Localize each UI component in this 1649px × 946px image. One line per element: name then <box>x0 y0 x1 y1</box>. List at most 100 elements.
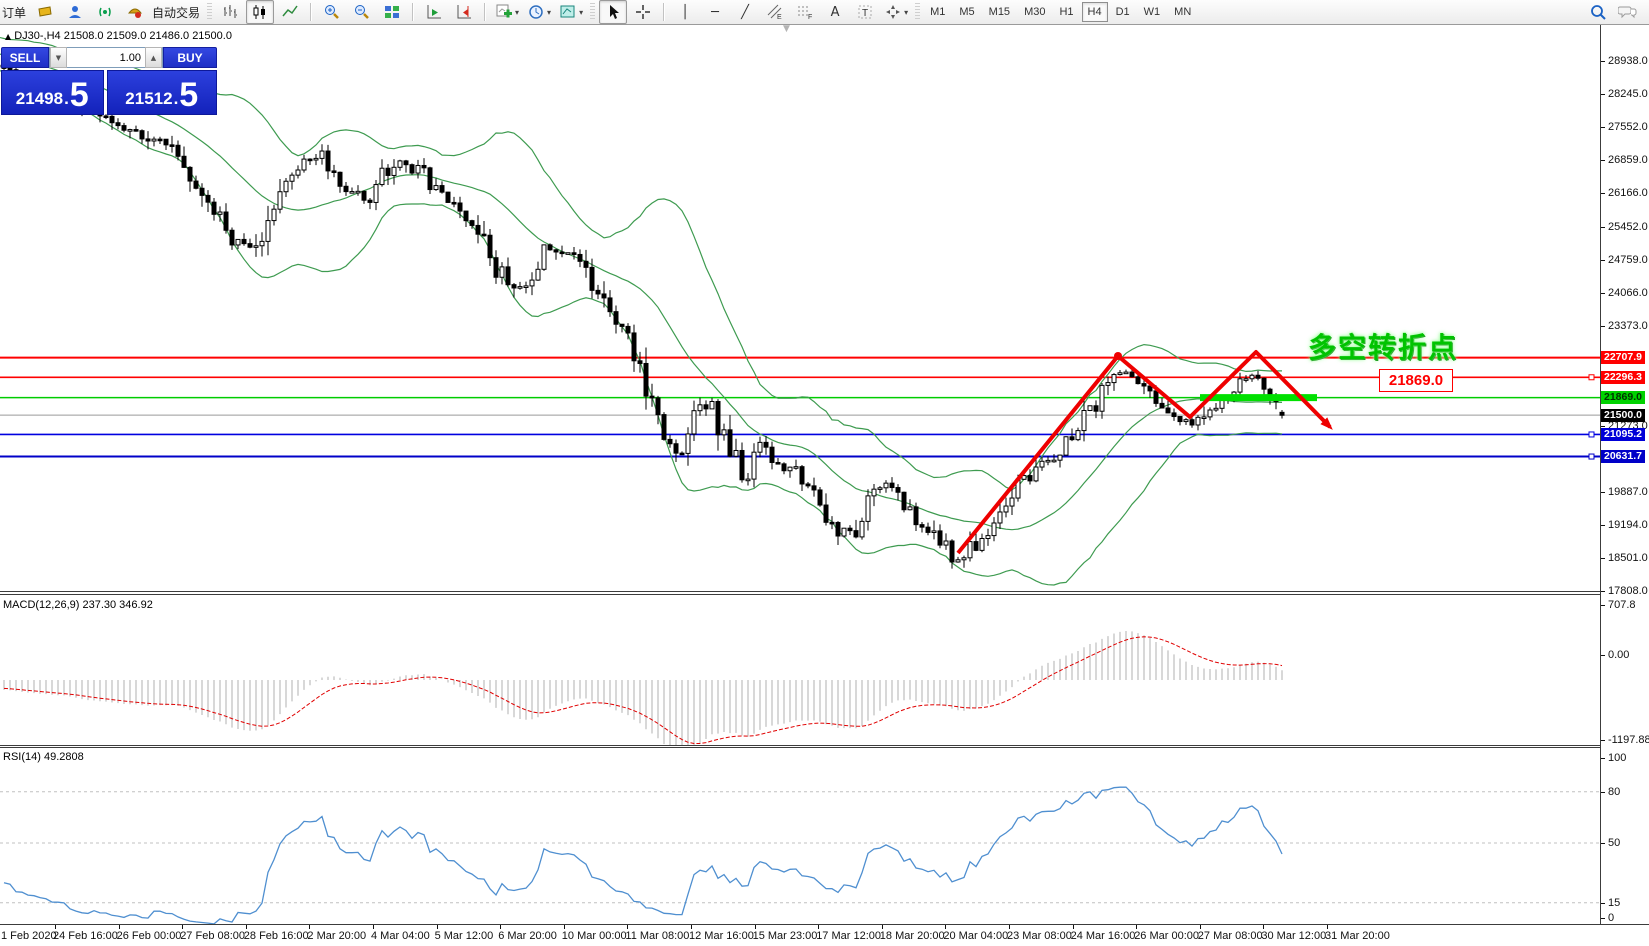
price-axis-label: 28245.0 <box>1608 88 1649 100</box>
timeframe-button-h1[interactable]: H1 <box>1053 2 1079 22</box>
time-axis-label: 31 Mar 20:00 <box>1325 930 1390 942</box>
candlestick-chart[interactable] <box>0 25 1600 591</box>
timeframe-button-w1[interactable]: W1 <box>1138 2 1167 22</box>
zoom-out-icon[interactable] <box>348 0 376 24</box>
price-axis-tick-mark <box>1601 61 1605 62</box>
cursor-icon[interactable] <box>599 0 627 24</box>
sell-price-dot: . <box>64 86 69 112</box>
crosshair-icon[interactable] <box>629 0 657 24</box>
community-icon[interactable] <box>61 0 89 24</box>
trendline-tool-icon[interactable]: ╱ <box>731 0 759 24</box>
buy-button[interactable]: BUY <box>163 47 217 68</box>
toolbar-grip[interactable] <box>590 3 595 21</box>
template-icon[interactable]: ▾ <box>556 0 586 24</box>
time-axis-tick-mark <box>182 925 183 929</box>
price-axis[interactable]: 28938.028245.027552.026859.026166.025452… <box>1601 25 1649 924</box>
symbol-search-icon[interactable] <box>1584 0 1612 24</box>
chevron-down-icon[interactable]: ▾ <box>547 8 551 17</box>
timeframe-button-m1[interactable]: M1 <box>924 2 951 22</box>
svg-text:T: T <box>862 8 868 19</box>
chat-icon[interactable] <box>1614 0 1642 24</box>
time-axis-tick-mark <box>627 925 628 929</box>
text-label-tool-icon[interactable]: T <box>851 0 879 24</box>
time-axis-tick-mark <box>1136 925 1137 929</box>
volume-decrease-button[interactable]: ▼ <box>50 47 67 68</box>
price-axis-label: 23373.0 <box>1608 320 1649 332</box>
toolbar-grip[interactable] <box>207 3 212 21</box>
timeframe-button-mn[interactable]: MN <box>1168 2 1197 22</box>
buy-price-button[interactable]: 21512 . 5 <box>107 70 217 115</box>
time-axis-tick-mark <box>691 925 692 929</box>
price-axis-tick-mark <box>1601 843 1605 844</box>
new-order-icon[interactable] <box>31 0 59 24</box>
time-axis-label: 28 Feb 16:00 <box>244 930 309 942</box>
line-chart-icon[interactable] <box>276 0 304 24</box>
time-axis-tick-mark <box>500 925 501 929</box>
price-axis-label: 25452.0 <box>1608 221 1649 233</box>
macd-pane[interactable]: MACD(12,26,9) 237.30 346.92 <box>0 595 1600 745</box>
timeframe-button-m30[interactable]: M30 <box>1018 2 1051 22</box>
main-chart-pane[interactable]: ▼ ▲ DJ30-,H4 21508.0 21509.0 21486.0 215… <box>0 25 1600 591</box>
timeframe-button-m5[interactable]: M5 <box>953 2 980 22</box>
time-axis-tick-mark <box>55 925 56 929</box>
time-axis-label: 26 Feb 00:00 <box>117 930 182 942</box>
volume-increase-button[interactable]: ▲ <box>145 47 162 68</box>
time-axis-label: 15 Mar 23:00 <box>753 930 818 942</box>
chevron-down-icon[interactable]: ▾ <box>515 8 519 17</box>
zoom-in-icon[interactable] <box>318 0 346 24</box>
fibonacci-tool-icon[interactable]: F <box>791 0 819 24</box>
macd-chart[interactable] <box>0 595 1600 745</box>
time-axis-label: 18 Mar 20:00 <box>880 930 945 942</box>
timeframe-button-d1[interactable]: D1 <box>1110 2 1136 22</box>
time-axis[interactable]: 1 Feb 202024 Feb 16:0026 Feb 00:0027 Feb… <box>0 924 1649 946</box>
price-axis-tick-mark <box>1601 160 1605 161</box>
horizontal-line-tool-icon[interactable]: ─ <box>701 0 729 24</box>
volume-stepper[interactable]: ▼ 1.00 ▲ <box>49 47 163 68</box>
chevron-down-icon[interactable]: ▾ <box>904 8 908 17</box>
volume-value[interactable]: 1.00 <box>67 52 145 64</box>
price-axis-label: 707.8 <box>1608 599 1649 611</box>
price-axis-label: 80 <box>1608 786 1649 798</box>
timeframe-button-h4[interactable]: H4 <box>1082 2 1108 22</box>
chevron-down-icon[interactable]: ▾ <box>579 8 583 17</box>
price-axis-label: 24759.0 <box>1608 254 1649 266</box>
sell-price-main: 21498 <box>16 86 63 112</box>
price-line-badge: 21095.2 <box>1601 428 1645 441</box>
vertical-line-tool-icon[interactable]: │ <box>671 0 699 24</box>
price-axis-label: 19887.0 <box>1608 486 1649 498</box>
signal-icon[interactable] <box>91 0 119 24</box>
price-line-badge: 22707.9 <box>1601 351 1645 364</box>
timeframe-button-m15[interactable]: M15 <box>983 2 1016 22</box>
channel-tool-icon[interactable]: E <box>761 0 789 24</box>
sell-button[interactable]: SELL <box>1 47 49 68</box>
auto-trading-button[interactable]: 自动交易 <box>152 4 200 21</box>
time-axis-tick-mark <box>755 925 756 929</box>
price-axis-tick-mark <box>1601 227 1605 228</box>
time-axis-label: 2 Mar 20:00 <box>307 930 366 942</box>
text-tool-icon[interactable]: A <box>821 0 849 24</box>
sell-price-button[interactable]: 21498 . 5 <box>1 70 104 115</box>
time-axis-label: 27 Mar 08:00 <box>1198 930 1263 942</box>
period-icon[interactable]: ▾ <box>524 0 554 24</box>
new-order-button[interactable]: 订单 <box>2 4 26 21</box>
toolbar-grip[interactable] <box>915 3 920 21</box>
time-axis-tick-mark <box>1200 925 1201 929</box>
time-axis-tick-mark <box>1009 925 1010 929</box>
chart-shift-icon[interactable] <box>450 0 478 24</box>
bar-chart-icon[interactable] <box>216 0 244 24</box>
auto-trading-icon[interactable] <box>121 0 149 24</box>
price-axis-tick-mark <box>1601 591 1605 592</box>
time-axis-tick-mark <box>1263 925 1264 929</box>
rsi-chart[interactable] <box>0 748 1600 924</box>
time-axis-tick-mark <box>246 925 247 929</box>
new-chart-icon[interactable]: ▾ <box>492 0 522 24</box>
time-axis-tick-mark <box>437 925 438 929</box>
shapes-tool-icon[interactable]: ▾ <box>881 0 911 24</box>
price-line-badge: 21869.0 <box>1601 391 1645 404</box>
tile-windows-icon[interactable] <box>378 0 406 24</box>
candlestick-chart-icon[interactable] <box>246 0 274 24</box>
price-axis-label: 26859.0 <box>1608 154 1649 166</box>
price-axis-tick-mark <box>1601 605 1605 606</box>
auto-scroll-icon[interactable] <box>420 0 448 24</box>
rsi-pane[interactable]: RSI(14) 49.2808 <box>0 748 1600 924</box>
